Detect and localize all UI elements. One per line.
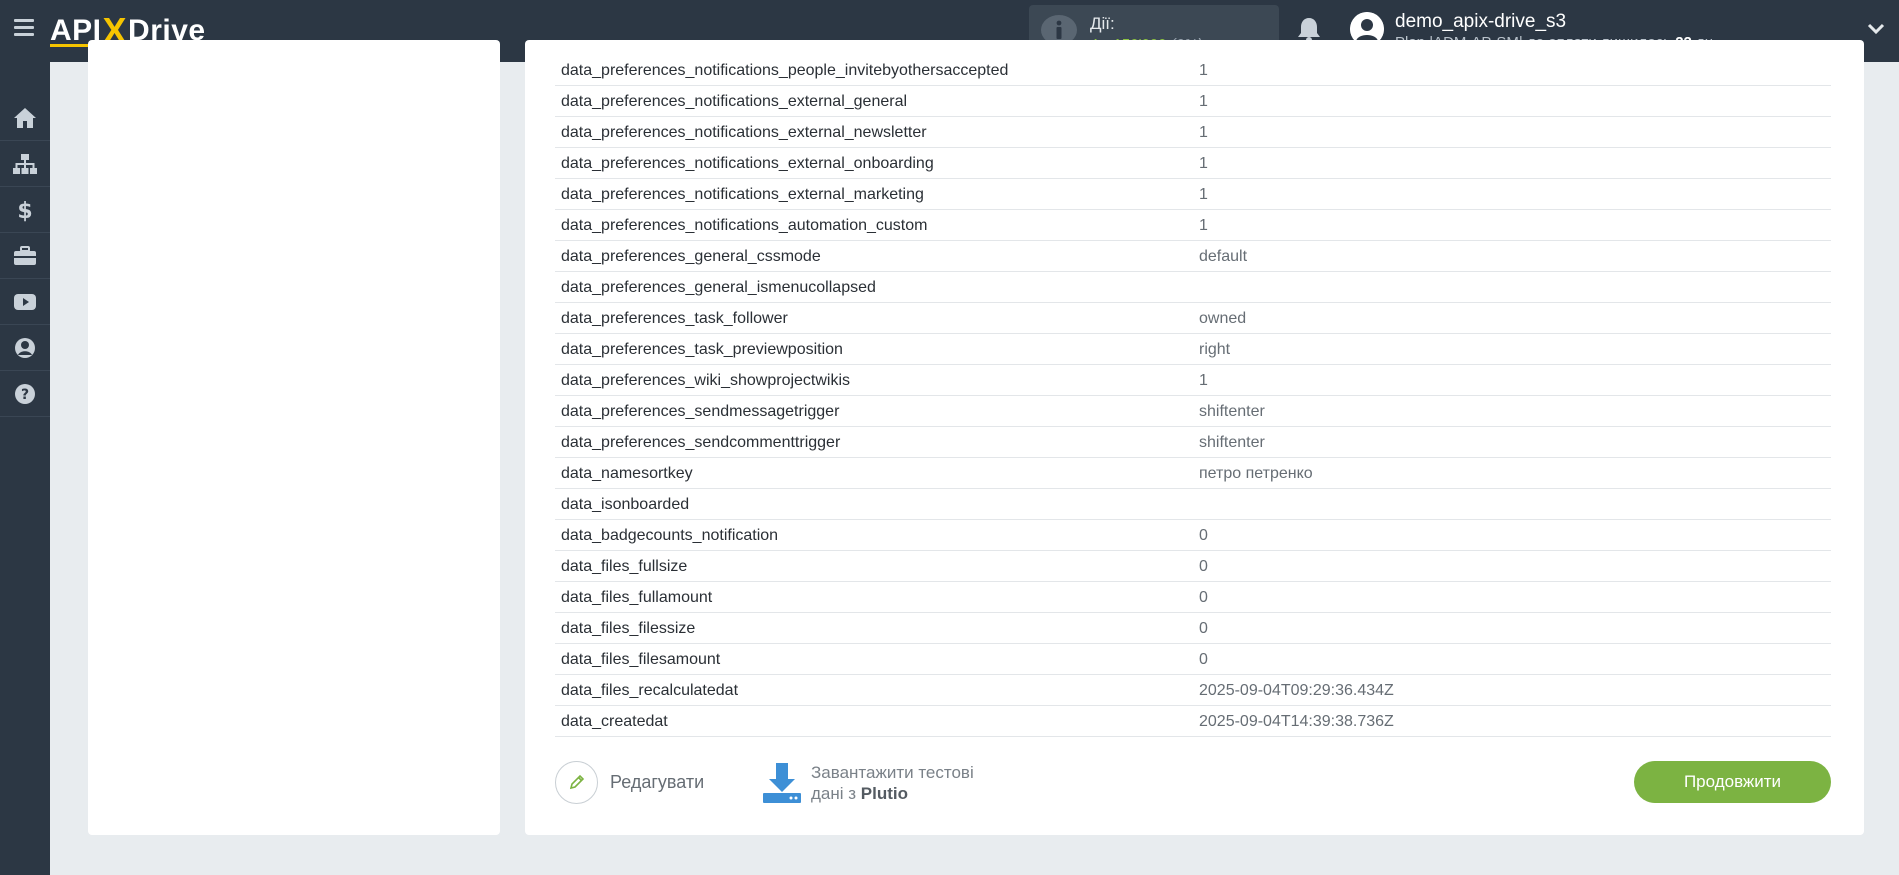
download-test-data-button[interactable]: Завантажити тестові дані з Plutio: [761, 761, 974, 805]
table-row: data_preferences_sendmessagetrigger shift…: [555, 396, 1831, 427]
edit-button[interactable]: Редагувати: [555, 760, 704, 804]
home-icon: [14, 107, 36, 128]
svg-text:$: $: [17, 199, 32, 222]
user-name[interactable]: demo_apix-drive_s3: [1395, 11, 1566, 33]
row-value: owned: [1199, 310, 1247, 327]
row-value: петро петренко: [1199, 465, 1313, 482]
sidebar-item-tools[interactable]: [0, 233, 50, 279]
table-row: data_preferences_notifications_external_…: [555, 179, 1831, 210]
row-key: data_preferences_notifications_external_…: [561, 155, 934, 172]
row-value: 0: [1199, 527, 1208, 544]
row-key: data_preferences_sendcommenttrigger: [561, 434, 841, 451]
row-key: data_files_fullamount: [561, 589, 713, 606]
row-key: data_preferences_task_previewposition: [561, 341, 843, 358]
sitemap-icon: [13, 153, 37, 174]
table-row: data_preferences_notifications_people_in…: [555, 55, 1831, 86]
row-value: 1: [1199, 372, 1208, 389]
row-key: data_files_filessize: [561, 620, 696, 637]
table-row: data_files_filesamount 0: [555, 644, 1831, 675]
briefcase-icon: [14, 245, 36, 265]
row-key: data_preferences_task_follower: [561, 310, 788, 327]
table-row: data_preferences_notifications_external_…: [555, 148, 1831, 179]
row-key: data_files_filesamount: [561, 651, 721, 668]
table-row: data_preferences_general_ismenucollapsed: [555, 272, 1831, 303]
row-value: 1: [1199, 217, 1208, 234]
table-row: data_preferences_notifications_external_…: [555, 117, 1831, 148]
youtube-icon: [14, 293, 36, 310]
row-key: data_isonboarded: [561, 496, 690, 513]
table-row: data_preferences_notifications_external_…: [555, 86, 1831, 117]
table-row: data_namesortkey петро петренко: [555, 458, 1831, 489]
row-value: shiftenter: [1199, 434, 1265, 451]
table-row: data_createdat 2025-09-04T14:39:38.736Z: [555, 706, 1831, 737]
sidebar-item-profile[interactable]: [0, 325, 50, 371]
row-key: data_preferences_wiki_showprojectwikis: [561, 372, 851, 389]
row-value: 1: [1199, 62, 1208, 79]
table-row: data_preferences_sendcommenttrigger shift…: [555, 427, 1831, 458]
help-icon: ?: [15, 383, 35, 404]
table-row: data_badgecounts_notification 0: [555, 520, 1831, 551]
sidebar-item-home[interactable]: [0, 95, 50, 141]
svg-text:?: ?: [21, 387, 29, 403]
user-circle-icon: [15, 337, 35, 358]
table-row: data_isonboarded: [555, 489, 1831, 520]
row-value: 2025-09-04T14:39:38.736Z: [1199, 713, 1394, 730]
left-panel: [88, 40, 500, 835]
table-row: data_files_recalculatedat 2025-09-04T09:2…: [555, 675, 1831, 706]
row-value: 0: [1199, 589, 1208, 606]
row-key: data_preferences_general_cssmode: [561, 248, 821, 265]
dollar-icon: $: [17, 199, 32, 222]
row-key: data_preferences_notifications_people_in…: [561, 62, 1009, 79]
row-value: default: [1199, 248, 1248, 265]
row-key: data_files_fullsize: [561, 558, 688, 575]
sidebar-item-video[interactable]: [0, 279, 50, 325]
row-value: 1: [1199, 155, 1208, 172]
row-value: 0: [1199, 558, 1208, 575]
pencil-icon: [555, 760, 598, 804]
row-value: 1: [1199, 186, 1208, 203]
row-key: data_files_recalculatedat: [561, 682, 739, 699]
row-key: data_preferences_notifications_external_…: [561, 186, 924, 203]
sidebar-item-billing[interactable]: $: [0, 187, 50, 233]
row-value: right: [1199, 341, 1231, 358]
menu-icon[interactable]: [14, 19, 34, 37]
continue-button[interactable]: Продовжити: [1634, 761, 1831, 803]
test-data-table: data_preferences_notifications_people_in…: [555, 55, 1831, 737]
chevron-down-icon[interactable]: [1867, 22, 1885, 36]
row-value: 2025-09-04T09:29:36.434Z: [1199, 682, 1394, 699]
table-row: data_preferences_notifications_automatio…: [555, 210, 1831, 241]
actions-label: Дії:: [1090, 14, 1115, 33]
row-key: data_createdat: [561, 713, 668, 730]
sidebar-item-connections[interactable]: [0, 141, 50, 187]
table-row: data_preferences_general_cssmode default: [555, 241, 1831, 272]
download-line1: Завантажити тестові: [811, 763, 974, 782]
row-value: 0: [1199, 651, 1208, 668]
row-value: 1: [1199, 93, 1208, 110]
row-key: data_preferences_sendmessagetrigger: [561, 403, 840, 420]
row-value: shiftenter: [1199, 403, 1265, 420]
row-value: 1: [1199, 124, 1208, 141]
download-icon: [763, 763, 801, 803]
row-key: data_preferences_notifications_external_…: [561, 93, 908, 110]
sidebar: $ ?: [0, 62, 50, 875]
row-key: data_preferences_general_ismenucollapsed: [561, 279, 876, 296]
table-row: data_preferences_task_previewposition rig…: [555, 334, 1831, 365]
edit-label: Редагувати: [610, 771, 705, 792]
table-row: data_files_filessize 0: [555, 613, 1831, 644]
table-row: data_files_fullsize 0: [555, 551, 1831, 582]
table-row: data_files_fullamount 0: [555, 582, 1831, 613]
download-line2: дані з: [811, 784, 857, 803]
main-panel: data_preferences_notifications_people_in…: [525, 40, 1864, 835]
row-key: data_preferences_notifications_external_…: [561, 124, 927, 141]
table-row: data_preferences_wiki_showprojectwikis 1: [555, 365, 1831, 396]
row-key: data_preferences_notifications_automatio…: [561, 217, 928, 234]
row-key: data_namesortkey: [561, 465, 693, 482]
download-source: Plutio: [860, 784, 909, 803]
row-key: data_badgecounts_notification: [561, 527, 779, 544]
sidebar-item-help[interactable]: ?: [0, 371, 50, 417]
row-value: 0: [1199, 620, 1208, 637]
table-row: data_preferences_task_follower owned: [555, 303, 1831, 334]
download-label: Завантажити тестові дані з Plutio: [811, 762, 974, 804]
